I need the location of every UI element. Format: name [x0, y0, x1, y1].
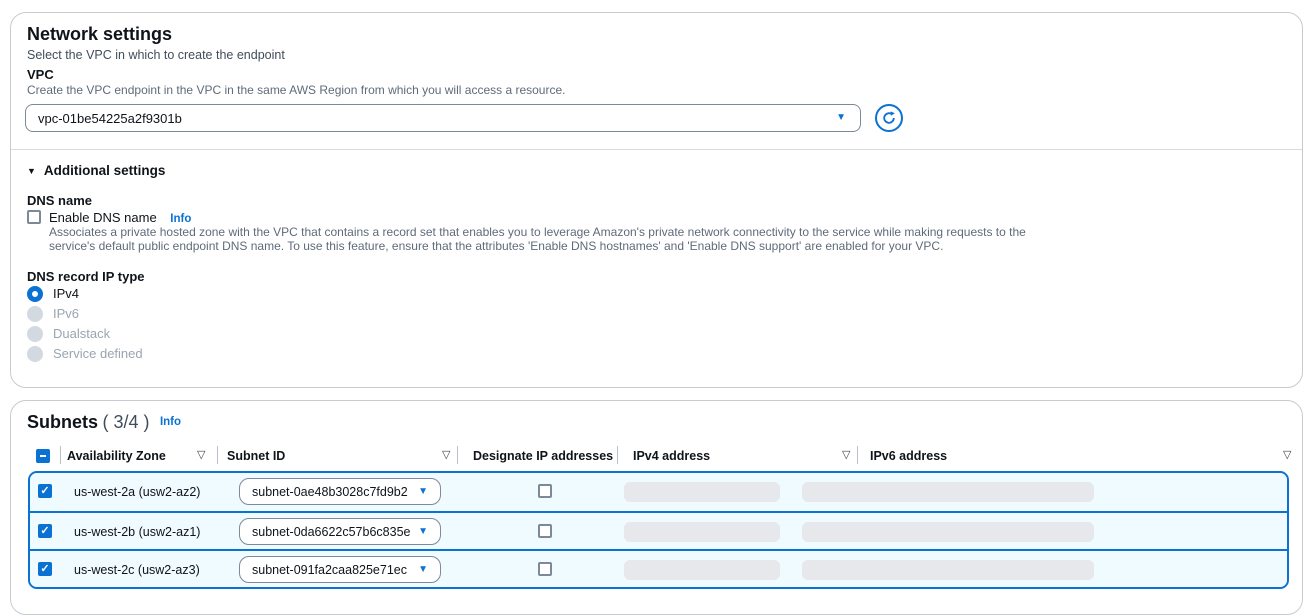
sort-icon[interactable]: ▽	[1283, 449, 1291, 461]
vpc-selected-value: vpc-01be54225a2f9301b	[38, 111, 182, 126]
radio-label-service-defined: Service defined	[53, 346, 143, 362]
network-settings-subtitle: Select the VPC in which to create the en…	[27, 47, 285, 63]
dns-name-label: DNS name	[27, 193, 92, 209]
subnet-rows-group: ✓ us-west-2a (usw2-az2) subnet-0ae48b302…	[28, 471, 1289, 589]
column-separator	[457, 446, 458, 464]
sort-icon[interactable]: ▽	[842, 449, 850, 461]
subnet-id-select[interactable]: subnet-091fa2caa825e71ec ▼	[239, 556, 441, 583]
additional-settings-label: Additional settings	[44, 163, 166, 178]
column-separator	[857, 446, 858, 464]
enable-dns-name-checkbox[interactable]	[27, 210, 41, 224]
radio-disabled-icon	[27, 306, 43, 322]
row-checkbox[interactable]: ✓	[38, 524, 52, 538]
radio-label-dualstack: Dualstack	[53, 326, 110, 342]
designate-ip-checkbox[interactable]	[538, 484, 552, 498]
dns-name-description-line1: Associates a private hosted zone with th…	[49, 225, 1026, 240]
table-header: Availability Zone ▽ Subnet ID ▽ Designat…	[26, 444, 1286, 472]
ipv6-address-disabled-field	[802, 522, 1094, 542]
radio-option-service-defined: Service defined	[27, 346, 143, 362]
radio-label-ipv6: IPv6	[53, 306, 79, 322]
subnet-id-value: subnet-0ae48b3028c7fd9b2	[252, 485, 408, 499]
column-header-ipv4-address: IPv4 address	[633, 448, 710, 464]
subnets-card: Subnets ( 3/4 ) Info Availability Zone ▽…	[10, 400, 1303, 615]
enable-dns-name-text: Enable DNS name	[49, 210, 157, 225]
table-row[interactable]: ✓ us-west-2c (usw2-az3) subnet-091fa2caa…	[30, 549, 1287, 587]
column-header-availability-zone: Availability Zone	[67, 448, 166, 464]
subnets-header: Subnets ( 3/4 ) Info	[27, 412, 181, 433]
subnets-count: ( 3/4 )	[102, 412, 149, 432]
column-header-ipv6-address: IPv6 address	[870, 448, 947, 464]
network-settings-title: Network settings	[27, 24, 172, 44]
refresh-icon	[881, 110, 897, 126]
ipv6-address-disabled-field	[802, 560, 1094, 580]
chevron-down-icon: ▼	[418, 564, 428, 574]
subnet-id-value: subnet-091fa2caa825e71ec	[252, 563, 407, 577]
additional-settings-toggle[interactable]: ▼ Additional settings	[27, 163, 165, 178]
chevron-down-icon: ▼	[27, 166, 36, 176]
availability-zone-cell: us-west-2b (usw2-az1)	[74, 524, 200, 540]
radio-label-ipv4: IPv4	[53, 286, 79, 302]
column-separator	[617, 446, 618, 464]
dns-name-info-link[interactable]: Info	[170, 213, 191, 225]
subnet-id-select[interactable]: subnet-0ae48b3028c7fd9b2 ▼	[239, 478, 441, 505]
chevron-down-icon: ▼	[418, 486, 428, 496]
sort-icon[interactable]: ▽	[197, 449, 205, 461]
radio-disabled-icon	[27, 326, 43, 342]
radio-option-ipv6: IPv6	[27, 306, 79, 322]
dns-name-description-line2: service's default public endpoint DNS na…	[49, 239, 943, 254]
vpc-description: Create the VPC endpoint in the VPC in th…	[27, 83, 565, 98]
row-checkbox[interactable]: ✓	[38, 562, 52, 576]
select-all-checkbox[interactable]	[36, 449, 50, 463]
designate-ip-checkbox[interactable]	[538, 562, 552, 576]
sort-icon[interactable]: ▽	[442, 449, 450, 461]
column-separator	[217, 446, 218, 464]
section-divider	[11, 149, 1302, 150]
availability-zone-cell: us-west-2a (usw2-az2)	[74, 484, 200, 500]
column-header-designate-ip: Designate IP addresses	[473, 448, 613, 464]
ipv4-address-disabled-field	[624, 522, 780, 542]
vpc-label: VPC	[27, 67, 54, 83]
table-row[interactable]: ✓ us-west-2a (usw2-az2) subnet-0ae48b302…	[30, 473, 1287, 511]
radio-option-ipv4[interactable]: IPv4	[27, 286, 79, 302]
column-separator	[60, 446, 61, 464]
designate-ip-checkbox[interactable]	[538, 524, 552, 538]
column-header-subnet-id: Subnet ID	[227, 448, 285, 464]
radio-selected-icon	[27, 286, 43, 302]
refresh-button[interactable]	[875, 104, 903, 132]
dns-record-ip-type-label: DNS record IP type	[27, 269, 145, 285]
radio-disabled-icon	[27, 346, 43, 362]
vpc-select[interactable]: vpc-01be54225a2f9301b ▼	[25, 104, 861, 132]
ipv4-address-disabled-field	[624, 482, 780, 502]
chevron-down-icon: ▼	[418, 526, 428, 536]
subnets-info-link[interactable]: Info	[160, 416, 181, 428]
subnet-id-value: subnet-0da6622c57b6c835e	[252, 525, 410, 539]
chevron-down-icon: ▼	[836, 113, 846, 123]
ipv4-address-disabled-field	[624, 560, 780, 580]
subnet-id-select[interactable]: subnet-0da6622c57b6c835e ▼	[239, 518, 441, 545]
radio-option-dualstack: Dualstack	[27, 326, 110, 342]
subnets-title: Subnets	[27, 412, 98, 432]
row-checkbox[interactable]: ✓	[38, 484, 52, 498]
table-row[interactable]: ✓ us-west-2b (usw2-az1) subnet-0da6622c5…	[30, 511, 1287, 549]
ipv6-address-disabled-field	[802, 482, 1094, 502]
network-settings-card: Network settings Select the VPC in which…	[10, 12, 1303, 388]
availability-zone-cell: us-west-2c (usw2-az3)	[74, 562, 200, 578]
